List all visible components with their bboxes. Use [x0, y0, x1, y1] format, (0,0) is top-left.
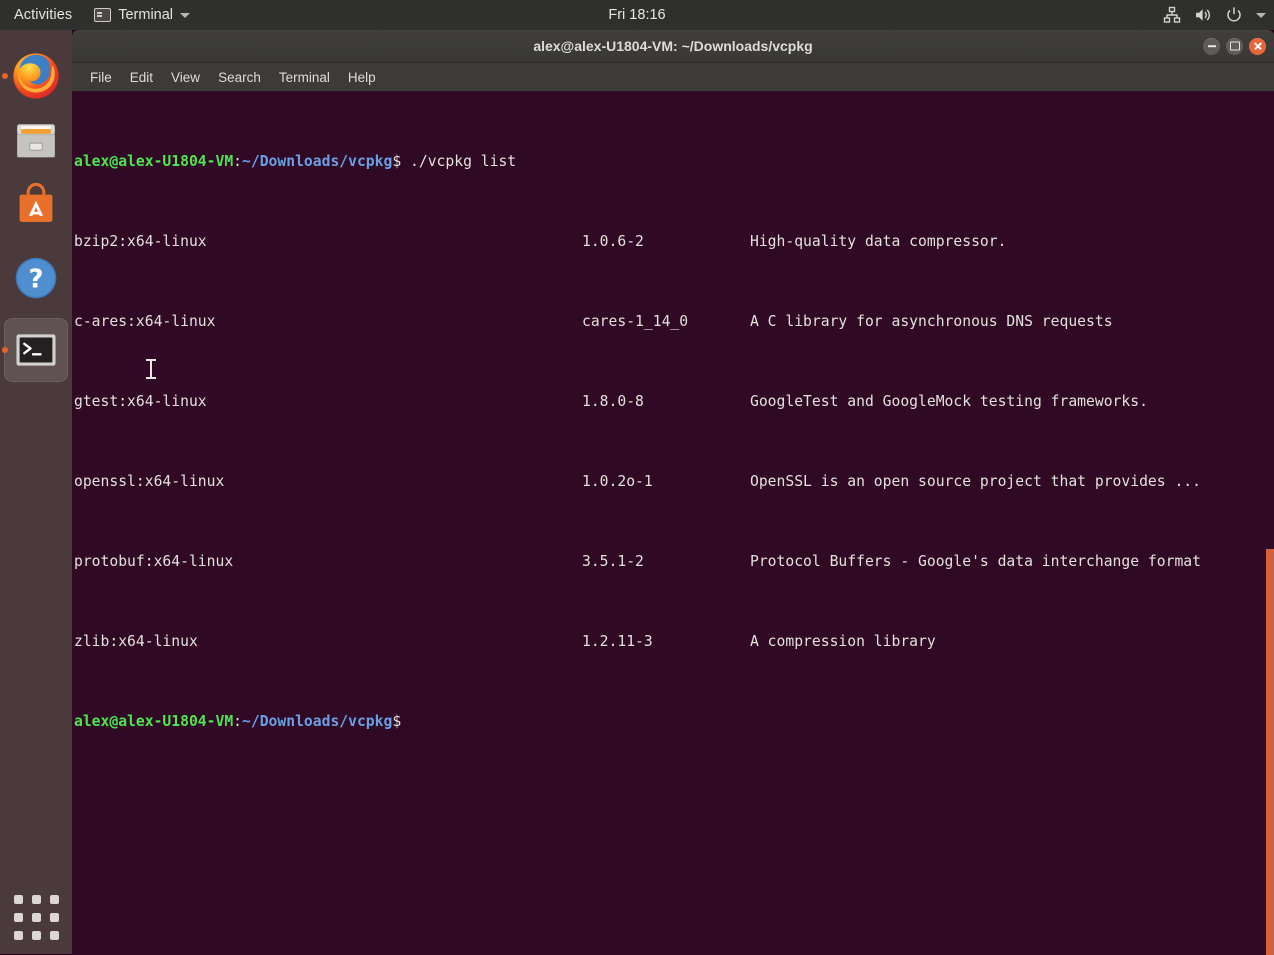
dock-item-terminal[interactable] — [2, 318, 68, 382]
chevron-down-icon[interactable] — [1256, 12, 1266, 18]
terminal-scrollbar[interactable] — [1266, 549, 1274, 955]
grid-dot — [31, 930, 41, 940]
ubuntu-software-icon — [19, 182, 53, 222]
help-icon: ? — [15, 257, 57, 299]
menu-item-view[interactable]: View — [163, 66, 208, 89]
power-icon[interactable] — [1225, 6, 1243, 24]
terminal-icon — [94, 8, 112, 22]
prompt-separator: : — [233, 153, 243, 170]
prompt-separator: : — [233, 713, 243, 730]
prompt-path: ~/Downloads/vcpkg — [242, 713, 393, 730]
app-menu-button[interactable]: Terminal — [84, 0, 200, 30]
volume-icon[interactable] — [1194, 6, 1212, 24]
terminal-icon — [16, 334, 56, 366]
running-indicator-dot — [2, 347, 8, 353]
terminal-window: alex@alex-U1804-VM: ~/Downloads/vcpkg Fi… — [72, 30, 1274, 955]
top-bar: Activities Terminal Fri 18:16 — [0, 0, 1274, 30]
dock-item-firefox[interactable] — [2, 44, 68, 108]
package-row: zlib:x64-linux 1.2.11-3 A compression libr… — [74, 632, 1201, 652]
running-indicator-dot — [2, 73, 8, 79]
grid-dot — [49, 912, 59, 922]
menu-item-terminal[interactable]: Terminal — [271, 66, 338, 89]
package-version: 1.2.11-3 — [582, 633, 653, 650]
package-version: 1.0.6-2 — [582, 233, 644, 250]
package-row: gtest:x64-linux 1.8.0-8 GoogleTest and Goo… — [74, 392, 1201, 412]
terminal-command: ./vcpkg list — [401, 153, 517, 170]
dock: ? — [0, 30, 72, 954]
terminal-prompt-line: alex@alex-U1804-VM:~/Downloads/vcpkg$ ./… — [74, 152, 1201, 172]
menu-item-search[interactable]: Search — [210, 66, 269, 89]
package-name: c-ares:x64-linux — [74, 313, 216, 330]
package-name: openssl:x64-linux — [74, 473, 225, 490]
app-menu-label: Terminal — [118, 7, 174, 23]
grid-dot — [49, 894, 59, 904]
package-row: protobuf:x64-linux 3.5.1-2 Protocol Buffer… — [74, 552, 1201, 572]
grid-dot — [13, 930, 23, 940]
terminal-prompt-line: alex@alex-U1804-VM:~/Downloads/vcpkg$ — [74, 712, 1201, 732]
package-description: Protocol Buffers - Google's data interch… — [750, 553, 1201, 570]
maximize-button[interactable] — [1226, 37, 1243, 55]
window-controls — [1203, 30, 1266, 62]
grid-dot — [31, 912, 41, 922]
chevron-down-icon — [180, 12, 191, 18]
grid-dot — [13, 912, 23, 922]
minimize-button[interactable] — [1203, 37, 1220, 55]
terminal-output: alex@alex-U1804-VM:~/Downloads/vcpkg$ ./… — [74, 92, 1201, 792]
system-indicators[interactable] — [1163, 0, 1266, 30]
activities-button[interactable]: Activities — [0, 0, 84, 30]
prompt-path: ~/Downloads/vcpkg — [242, 153, 393, 170]
menu-item-edit[interactable]: Edit — [122, 66, 161, 89]
terminal-screen[interactable]: alex@alex-U1804-VM:~/Downloads/vcpkg$ ./… — [72, 91, 1274, 955]
grid-dot — [49, 930, 59, 940]
package-description: A compression library — [750, 633, 936, 650]
files-cabinet-icon — [17, 124, 55, 158]
prompt-user-host: alex@alex-U1804-VM — [74, 153, 234, 170]
firefox-icon — [13, 53, 59, 99]
package-description: OpenSSL is an open source project that p… — [750, 473, 1201, 490]
package-version: 1.0.2o-1 — [582, 473, 653, 490]
dock-item-files[interactable] — [4, 108, 68, 172]
desktop-screen: Activities Terminal Fri 18:16 ? alex@ale… — [0, 0, 1274, 955]
grid-dot — [31, 894, 41, 904]
package-name: bzip2:x64-linux — [74, 233, 207, 250]
package-description: A C library for asynchronous DNS request… — [750, 313, 1113, 330]
menu-item-help[interactable]: Help — [340, 66, 384, 89]
package-description: High-quality data compressor. — [750, 233, 1007, 250]
show-applications-button[interactable] — [4, 885, 68, 949]
network-icon[interactable] — [1163, 6, 1181, 24]
prompt-user-host: alex@alex-U1804-VM — [74, 713, 234, 730]
close-button[interactable] — [1249, 37, 1266, 55]
dock-item-help[interactable]: ? — [4, 246, 68, 310]
menu-item-file[interactable]: File — [82, 66, 120, 89]
menu-bar: File Edit View Search Terminal Help — [72, 63, 1274, 91]
package-version: 3.5.1-2 — [582, 553, 644, 570]
package-row: c-ares:x64-linux cares-1_14_0 A C library … — [74, 312, 1201, 332]
prompt-sigil: $ — [392, 713, 402, 730]
window-titlebar[interactable]: alex@alex-U1804-VM: ~/Downloads/vcpkg — [72, 30, 1274, 63]
grid-dot — [13, 894, 23, 904]
package-row: bzip2:x64-linux 1.0.6-2 High-quality data … — [74, 232, 1201, 252]
package-description: GoogleTest and GoogleMock testing framew… — [750, 393, 1148, 410]
package-version: cares-1_14_0 — [582, 313, 689, 330]
svg-text:?: ? — [29, 264, 44, 294]
package-row: openssl:x64-linux 1.0.2o-1 OpenSSL is an o… — [74, 472, 1201, 492]
window-title: alex@alex-U1804-VM: ~/Downloads/vcpkg — [533, 38, 813, 54]
prompt-sigil: $ — [392, 153, 402, 170]
dock-item-ubuntu-software[interactable] — [4, 172, 68, 236]
package-version: 1.8.0-8 — [582, 393, 644, 410]
package-name: zlib:x64-linux — [74, 633, 198, 650]
package-name: protobuf:x64-linux — [74, 553, 234, 570]
package-name: gtest:x64-linux — [74, 393, 207, 410]
